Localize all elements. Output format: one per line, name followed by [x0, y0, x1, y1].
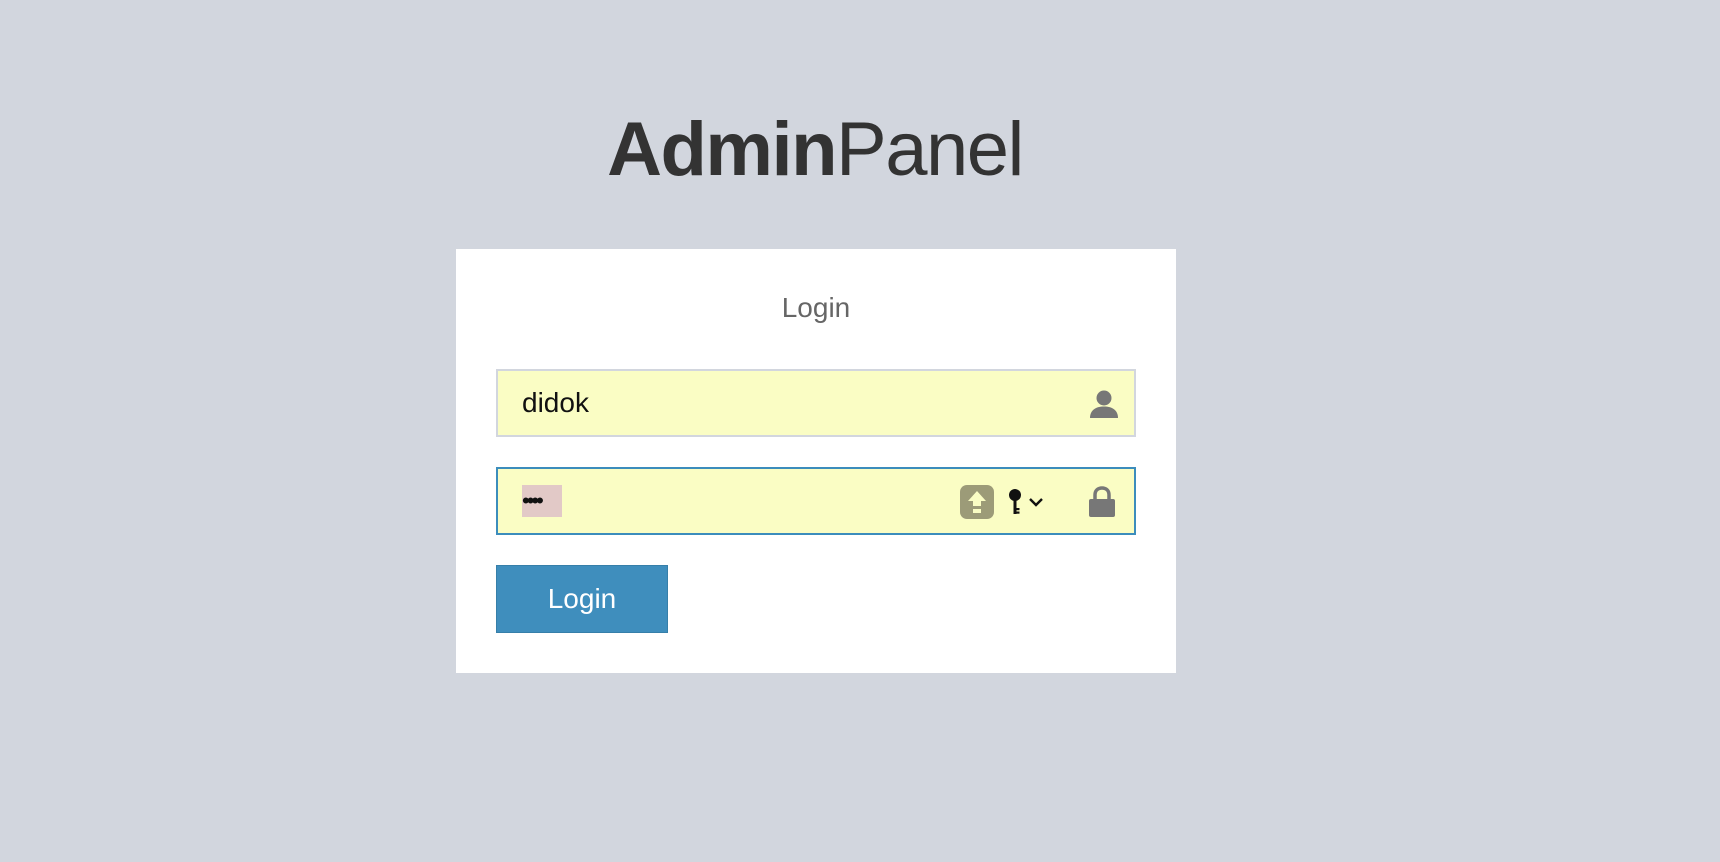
username-field[interactable]: didok	[496, 369, 1136, 437]
login-box: Login didok •••• Login	[456, 249, 1176, 673]
key-icon[interactable]	[1006, 487, 1046, 517]
logo-light: Panel	[836, 107, 1024, 192]
capslock-icon	[960, 485, 994, 519]
lock-icon	[1089, 486, 1115, 517]
logo-strong: Admin	[607, 107, 837, 192]
username-value[interactable]: didok	[522, 371, 589, 435]
user-icon	[1090, 390, 1118, 418]
password-value[interactable]: ••••	[522, 485, 562, 517]
login-button[interactable]: Login	[496, 565, 668, 633]
password-field[interactable]: ••••	[496, 467, 1136, 535]
app-logo: AdminPanel	[0, 105, 1630, 195]
login-box-title: Login	[781, 292, 851, 323]
